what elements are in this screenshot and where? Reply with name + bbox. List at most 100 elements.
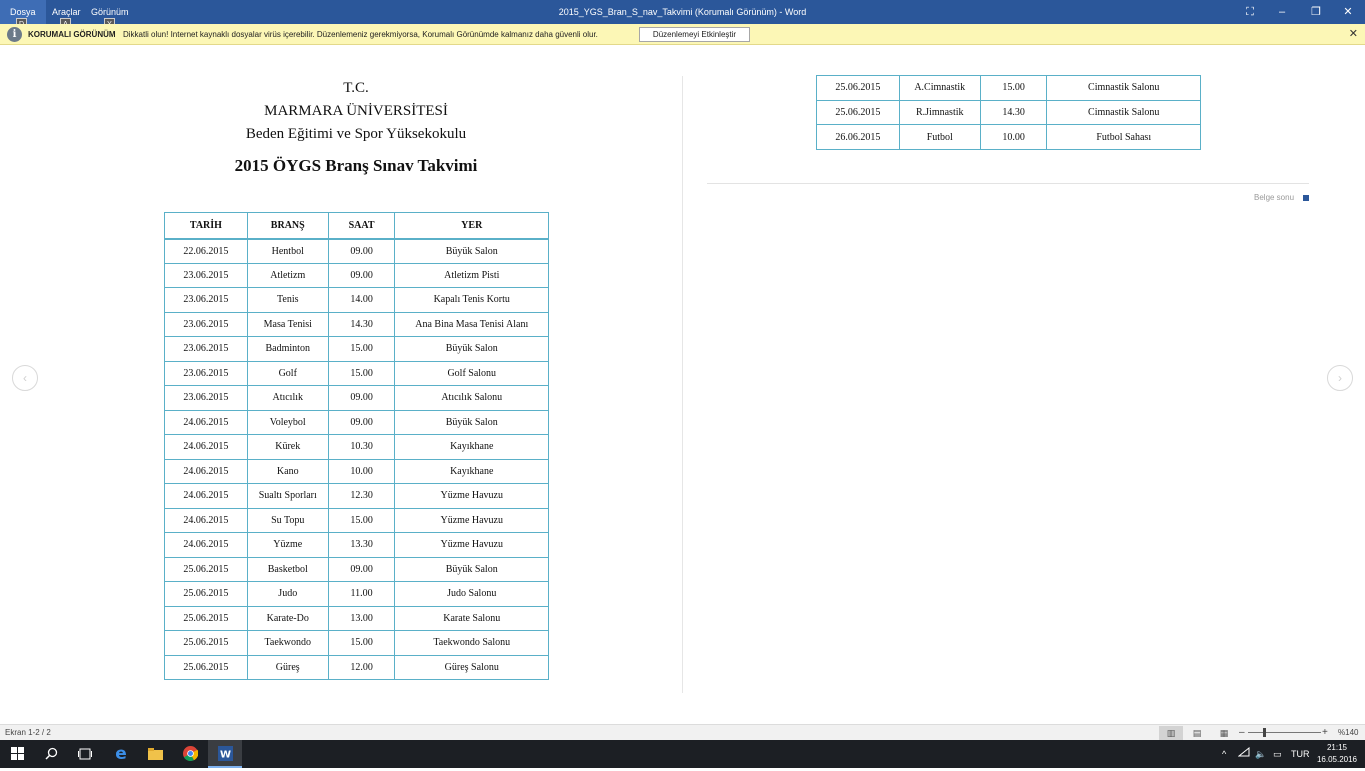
cell-time: 13.00 — [327, 605, 396, 631]
protected-view-label: KORUMALI GÖRÜNÜM — [28, 30, 116, 39]
table-row: 25.06.2015 Taekwondo 15.00 Taekwondo Salonu — [164, 630, 549, 656]
header-time: SAAT — [327, 212, 396, 240]
cell-date: 23.06.2015 — [164, 336, 248, 362]
cell-time: 12.30 — [327, 483, 396, 509]
cell-time: 11.00 — [327, 581, 396, 607]
close-button[interactable]: ✕ — [1331, 0, 1365, 24]
protected-view-message: Dikkatli olun! Internet kaynaklı dosyala… — [123, 30, 598, 39]
read-mode-view-icon[interactable]: ▥ — [1159, 726, 1183, 740]
cell-place: Judo Salonu — [394, 581, 549, 607]
web-layout-view-icon[interactable]: ▦ — [1212, 726, 1236, 740]
cell-place: Atıcılık Salonu — [394, 385, 549, 411]
cell-place: Cimnastik Salonu — [1046, 75, 1201, 101]
tray-chevron-up-icon[interactable]: ^ — [1222, 740, 1226, 768]
cell-time: 15.00 — [327, 507, 396, 533]
document-end-marker — [1303, 195, 1309, 201]
cell-branch: Judo — [246, 581, 329, 607]
search-icon[interactable] — [34, 740, 68, 768]
previous-page-button[interactable]: ‹ — [12, 365, 38, 391]
cell-place: Cimnastik Salonu — [1046, 99, 1201, 126]
table-row: 24.06.2015 Yüzme 13.30 Yüzme Havuzu — [164, 532, 549, 558]
cell-date: 26.06.2015 — [816, 124, 900, 151]
word-app-icon[interactable]: W — [208, 740, 242, 768]
language-indicator[interactable]: TUR — [1291, 740, 1310, 768]
cell-place: Büyük Salon — [394, 336, 549, 362]
cell-time: 15.00 — [979, 75, 1048, 101]
cell-place: Kayıkhane — [394, 434, 549, 460]
svg-text:W: W — [219, 750, 230, 761]
table-row: 24.06.2015 Kano 10.00 Kayıkhane — [164, 458, 549, 484]
cell-branch: Kano — [246, 458, 329, 484]
cell-place: Güreş Salonu — [394, 654, 549, 680]
cell-place: Kapalı Tenis Kortu — [394, 287, 549, 313]
edge-browser-icon[interactable]: e — [104, 740, 138, 768]
zoom-out-button[interactable]: – — [1239, 725, 1245, 740]
cell-time: 10.30 — [327, 434, 396, 460]
print-layout-view-icon[interactable]: ▤ — [1185, 726, 1209, 740]
cell-time: 14.30 — [979, 99, 1048, 126]
enable-editing-button[interactable]: Düzenlemeyi Etkinleştir — [639, 27, 750, 42]
fullscreen-icon[interactable]: ⛶ — [1233, 0, 1267, 24]
cell-place: Karate Salonu — [394, 605, 549, 631]
cell-branch: Tenis — [246, 287, 329, 313]
table-row: 25.06.2015 Güreş 12.00 Güreş Salonu — [164, 654, 549, 680]
heading-line-3: Beden Eğitimi ve Spor Yüksekokulu — [245, 126, 467, 142]
cell-place: Futbol Sahası — [1046, 124, 1201, 151]
cell-date: 24.06.2015 — [164, 483, 248, 509]
cell-place: Ana Bina Masa Tenisi Alanı — [394, 311, 549, 337]
network-icon[interactable] — [1237, 740, 1250, 768]
file-explorer-icon[interactable] — [138, 740, 172, 768]
cell-branch: R.Jimnastik — [898, 99, 981, 126]
close-icon[interactable]: ✕ — [1349, 24, 1358, 45]
table-row: 24.06.2015 Kürek 10.30 Kayıkhane — [164, 434, 549, 460]
schedule-table: TARİH BRANŞ SAAT YER 22.06.2015 Hentbol 09… — [164, 212, 549, 680]
minimize-button[interactable]: – — [1265, 0, 1299, 24]
table-header-row: TARİH BRANŞ SAAT YER — [164, 212, 549, 240]
notifications-icon[interactable]: ▭ — [1273, 740, 1282, 768]
cell-date: 25.06.2015 — [816, 99, 900, 126]
cell-branch: Su Topu — [246, 507, 329, 533]
cell-branch: Hentbol — [246, 238, 329, 264]
table-row: 23.06.2015 Masa Tenisi 14.30 Ana Bina Masa … — [164, 311, 549, 337]
cell-place: Büyük Salon — [394, 238, 549, 264]
clock-date: 16.05.2016 — [1316, 755, 1358, 764]
task-view-icon[interactable] — [68, 740, 102, 768]
cell-date: 23.06.2015 — [164, 360, 248, 386]
zoom-slider-track[interactable] — [1248, 732, 1321, 733]
table-row: 25.06.2015 Karate-Do 13.00 Karate Salonu — [164, 605, 549, 631]
cell-branch: Badminton — [246, 336, 329, 362]
table-row: 23.06.2015 Atıcılık 09.00 Atıcılık Salonu — [164, 385, 549, 411]
cell-place: Büyük Salon — [394, 556, 549, 582]
volume-icon[interactable]: 🔈 — [1255, 740, 1266, 768]
taskbar: e W ^ 🔈 ▭ TUR 21:15 16.05.2016 — [0, 740, 1365, 768]
chrome-icon[interactable] — [173, 740, 207, 768]
menu-label: Dosya — [10, 7, 36, 17]
next-page-button[interactable]: › — [1327, 365, 1353, 391]
cell-time: 09.00 — [327, 385, 396, 411]
cell-place: Yüzme Havuzu — [394, 507, 549, 533]
cell-branch: Golf — [246, 360, 329, 386]
clock[interactable]: 21:15 16.05.2016 — [1315, 742, 1359, 766]
windows-start-icon[interactable] — [0, 740, 34, 768]
page-info: Ekran 1-2 / 2 — [5, 728, 51, 737]
table-row: 25.06.2015 Judo 11.00 Judo Salonu — [164, 581, 549, 607]
zoom-level[interactable]: %140 — [1338, 725, 1358, 740]
table-row: 23.06.2015 Badminton 15.00 Büyük Salon — [164, 336, 549, 362]
zoom-in-button[interactable]: + — [1322, 725, 1328, 740]
cell-place: Atletizm Pisti — [394, 262, 549, 288]
table-row: 25.06.2015 R.Jimnastik 14.30 Cimnastik Salo… — [816, 99, 1201, 126]
cell-place: Yüzme Havuzu — [394, 483, 549, 509]
menu-label: Görünüm — [91, 7, 129, 17]
cell-date: 24.06.2015 — [164, 458, 248, 484]
cell-date: 25.06.2015 — [164, 630, 248, 656]
cell-place: Büyük Salon — [394, 409, 549, 435]
cell-place: Yüzme Havuzu — [394, 532, 549, 558]
menu-label: Araçlar — [52, 7, 81, 17]
table-row: 24.06.2015 Sualtı Sporları 12.30 Yüzme Havu… — [164, 483, 549, 509]
restore-button[interactable]: ❐ — [1299, 0, 1333, 24]
zoom-slider-thumb[interactable] — [1263, 728, 1266, 737]
cell-branch: Masa Tenisi — [246, 311, 329, 337]
cell-date: 22.06.2015 — [164, 238, 248, 264]
cell-time: 15.00 — [327, 630, 396, 656]
cell-branch: Sualtı Sporları — [246, 483, 329, 509]
